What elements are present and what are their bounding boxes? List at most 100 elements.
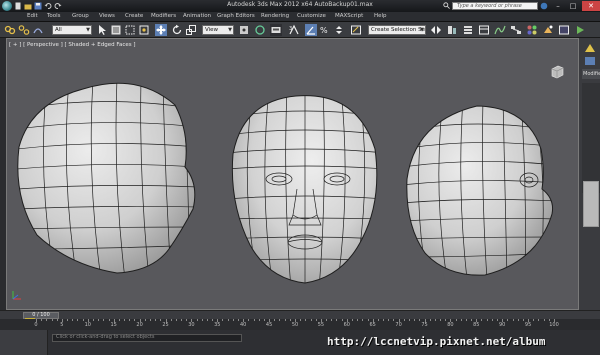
ruler-tick [310,319,312,321]
ruler-tick [512,319,514,321]
ruler-tick [144,319,146,321]
angle-snap-icon[interactable] [305,24,317,36]
menu-maxscript[interactable]: MAXScript [335,13,363,19]
mirror-icon[interactable] [430,24,442,36]
prompt-text: Click or click-and-drag to select object… [56,334,155,340]
search-input[interactable]: Type a keyword or phrase [452,2,538,10]
ruler-tick [445,319,447,321]
ruler-label: 95 [524,322,532,328]
ruler-tick [227,319,229,321]
menu-create[interactable]: Create [125,13,143,19]
viewcube-icon[interactable] [549,64,565,80]
rectangular-selection-icon[interactable] [124,24,136,36]
pivot-center-icon[interactable] [238,24,250,36]
snaps-toggle-icon[interactable]: 3 [288,24,300,36]
search-icon[interactable] [443,2,450,9]
ruler-label: 40 [240,322,247,328]
material-editor-icon[interactable] [526,24,538,36]
unlink-icon[interactable] [18,24,30,36]
select-object-icon[interactable] [96,24,108,36]
menu-group[interactable]: Group [72,13,89,19]
menu-tools[interactable]: Tools [47,13,61,19]
menu-rendering[interactable]: Rendering [261,13,289,19]
ruler-tick [41,319,43,321]
align-icon[interactable] [446,24,458,36]
percent-snap-icon[interactable]: % [319,24,331,36]
ruler-label: 65 [369,322,376,328]
minimize-button[interactable]: – [551,1,565,11]
modifier-list-label[interactable]: Modifie [582,69,600,79]
named-selection-dropdown[interactable]: Create Selection Se ▼ [368,25,426,35]
menu-views[interactable]: Views [99,13,115,19]
select-and-move-icon[interactable] [155,24,167,36]
ruler-tick [388,319,390,321]
ruler-tick [341,319,343,321]
curve-editor-icon[interactable] [494,24,506,36]
ruler-label: 30 [188,322,195,328]
ruler-tick [429,319,431,321]
ruler-tick [103,319,105,321]
render-setup-icon[interactable] [542,24,554,36]
maximize-button[interactable]: □ [566,1,580,11]
head-mesh-front[interactable] [227,89,385,289]
modifier-stack[interactable] [582,83,600,193]
ruler-label: 55 [317,322,325,328]
modify-tab-icon[interactable] [583,55,597,67]
select-and-link-icon[interactable] [4,24,16,36]
scene-canvas[interactable] [7,39,578,309]
menu-customize[interactable]: Customize [297,13,326,19]
selection-filter-value: All [55,27,62,33]
svg-text:%: % [320,26,328,35]
ruler-tick [212,319,214,321]
head-mesh-right[interactable] [402,99,557,279]
app-window: Autodesk 3ds Max 2012 x64 AutoBackup01.m… [0,0,600,355]
rendered-frame-window-icon[interactable] [558,24,570,36]
bind-space-warp-icon[interactable] [32,24,44,36]
graphite-ribbon-icon[interactable] [478,24,490,36]
ruler-label: 5 [60,322,64,328]
perspective-viewport[interactable]: [ + ] [ Perspective ] [ Shaded + Edged F… [6,38,579,310]
reference-coordinate-dropdown[interactable]: View ▼ [202,25,234,35]
ruler-tick [232,319,234,321]
ruler-tick [98,319,100,321]
select-by-name-icon[interactable] [110,24,122,36]
ruler-tick [331,319,333,321]
edit-named-selection-icon[interactable] [350,24,362,36]
schematic-view-icon[interactable] [510,24,522,36]
menu-edit[interactable]: Edit [27,13,38,19]
ruler-label: 70 [395,322,402,328]
select-and-rotate-icon[interactable] [171,24,183,36]
ruler-tick [155,319,157,321]
ruler-tick [497,319,499,321]
menu-animation[interactable]: Animation [183,13,211,19]
chevron-down-icon: ▼ [228,27,232,33]
help-icon[interactable] [540,2,548,10]
ruler-label: 20 [136,322,143,328]
select-and-scale-icon[interactable] [185,24,197,36]
ruler-tick [434,319,436,321]
maxscript-listener-mini[interactable] [0,330,48,355]
ruler-tick [533,319,535,321]
object-color-swatch[interactable] [583,181,599,227]
main-toolbar: All ▼ View ▼ 3 % Create Selection Se ▼ [0,22,600,38]
ruler-tick [186,319,188,321]
ruler-tick [124,319,126,321]
layer-manager-icon[interactable] [462,24,474,36]
head-mesh-left[interactable] [17,79,197,279]
track-bar[interactable]: 0 5 10 15 20 25 30 35 40 45 50 55 60 65 70 75 80 85 90 95 10… [0,319,600,330]
menu-modifiers[interactable]: Modifiers [151,13,176,19]
chevron-down-icon: ▼ [420,27,424,33]
time-slider-track[interactable]: 0 / 100 [0,310,600,319]
menu-graph-editors[interactable]: Graph Editors [217,13,255,19]
window-crossing-icon[interactable] [138,24,150,36]
ruler-tick [238,319,240,321]
select-and-manipulate-icon[interactable] [254,24,266,36]
render-production-icon[interactable] [574,24,586,36]
close-button[interactable]: ✕ [582,1,600,11]
spinner-snap-icon[interactable] [333,24,345,36]
create-tab-icon[interactable] [583,42,597,54]
ruler-tick [129,319,131,321]
selection-filter-dropdown[interactable]: All ▼ [52,25,92,35]
keyboard-shortcut-override-icon[interactable] [270,24,282,36]
menu-help[interactable]: Help [374,13,387,19]
